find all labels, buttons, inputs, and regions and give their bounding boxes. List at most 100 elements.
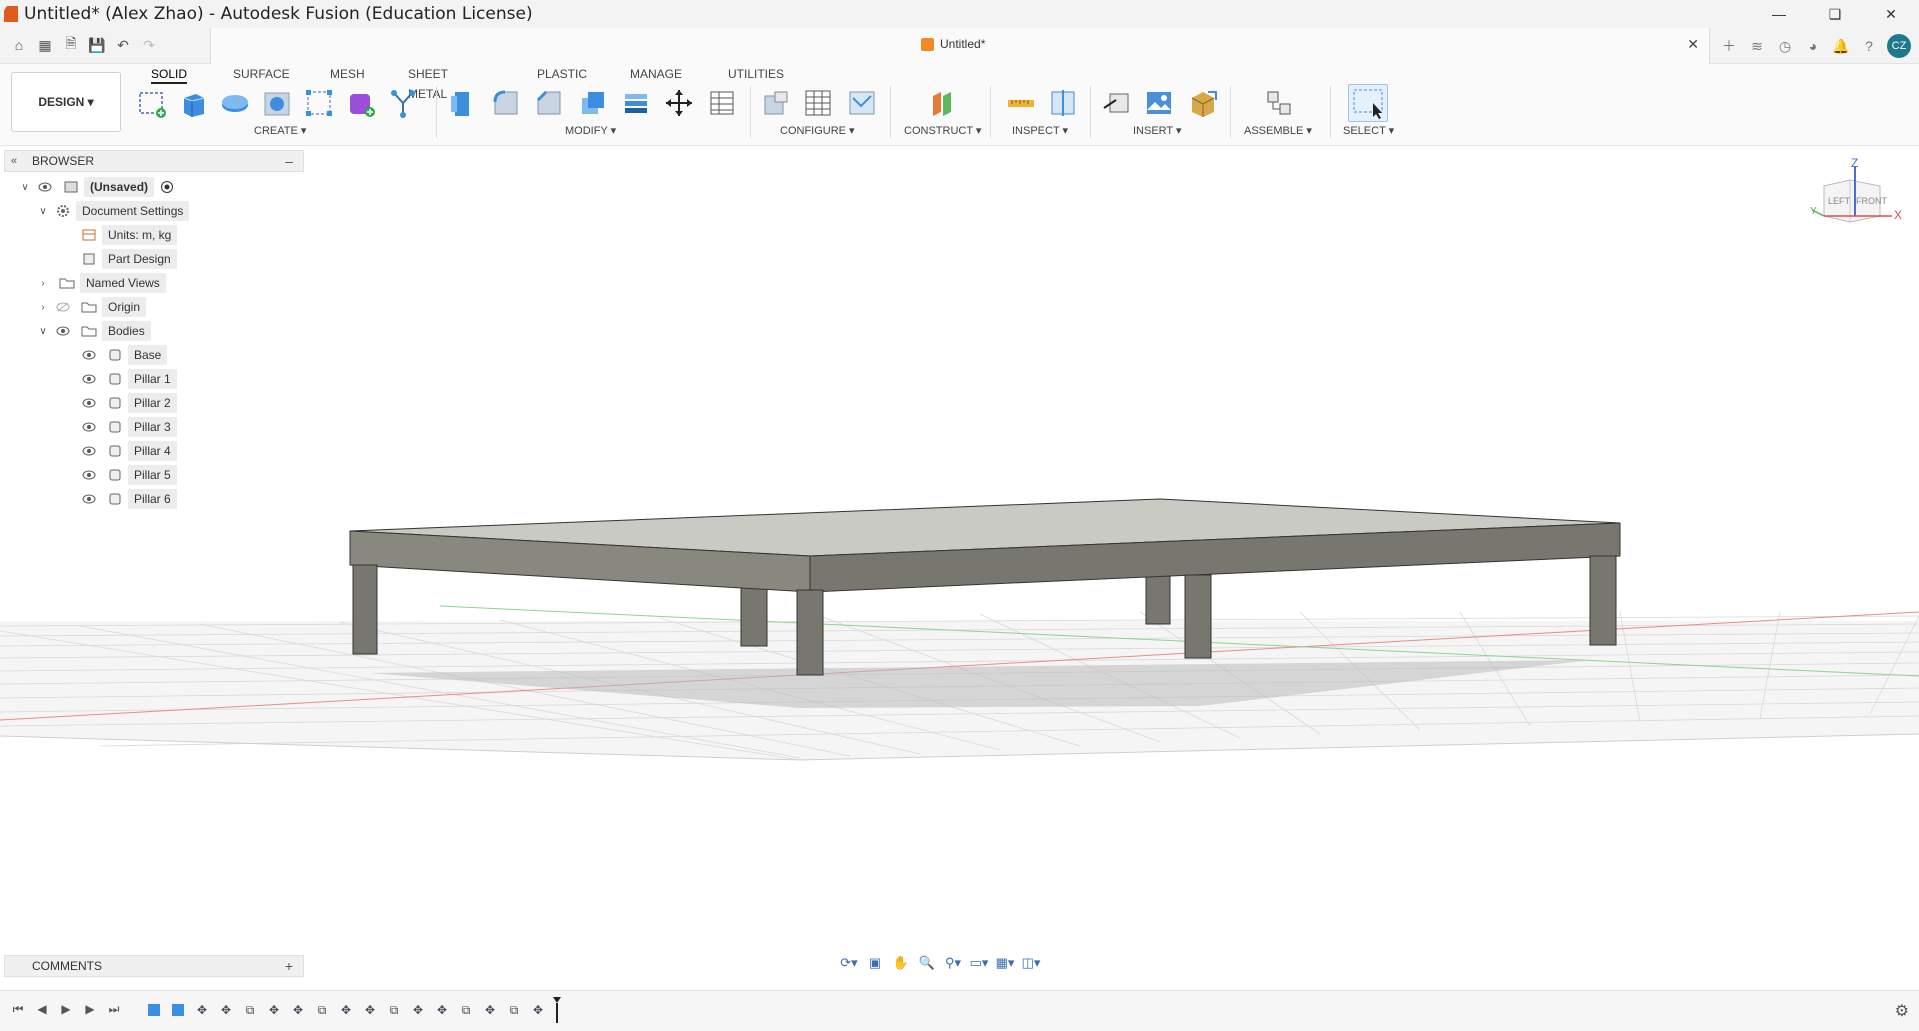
timeline-move-icon[interactable]: ✥ [193,1001,211,1019]
tree-root[interactable]: ∨ (Unsaved) [18,176,180,198]
tree-body-item[interactable]: Pillar 4 [76,440,177,462]
document-tab[interactable]: Untitled* ✕ [210,28,1710,64]
close-window-button[interactable]: ✕ [1863,0,1919,28]
chevron-right-icon[interactable]: › [36,278,50,289]
eye-hidden-icon[interactable] [54,298,72,316]
tree-body-item[interactable]: Pillar 2 [76,392,177,414]
insert-mcmaster-icon[interactable] [1186,86,1220,120]
view-cube-left-face[interactable]: LEFT [1828,196,1850,206]
assemble-group-label[interactable]: ASSEMBLE ▾ [1244,124,1312,137]
eye-icon[interactable] [80,346,98,364]
eye-icon[interactable] [80,442,98,460]
timeline-copy-icon[interactable]: ⧉ [505,1001,523,1019]
eye-icon[interactable] [36,178,54,196]
insert-derive-icon[interactable] [1100,86,1134,120]
home-icon[interactable]: ⌂ [8,34,30,56]
timeline-move-icon[interactable]: ✥ [289,1001,307,1019]
hole-icon[interactable] [260,86,294,120]
tab-solid[interactable]: SOLID [151,64,188,84]
eye-icon[interactable] [80,490,98,508]
help-icon[interactable]: ? [1859,36,1879,56]
eye-icon[interactable] [54,322,72,340]
extensions-icon[interactable]: ≋ [1747,36,1767,56]
timeline-move-icon[interactable]: ✥ [481,1001,499,1019]
select-group-label[interactable]: SELECT ▾ [1343,124,1394,137]
timeline-move-icon[interactable]: ✥ [361,1001,379,1019]
eye-icon[interactable] [80,370,98,388]
tree-body-item[interactable]: Base [76,344,168,366]
bell-icon[interactable]: 🔔 [1831,36,1851,56]
zoom-icon[interactable]: 🔍 [915,952,939,974]
minimize-button[interactable]: — [1751,0,1807,28]
configure-group-label[interactable]: CONFIGURE ▾ [780,124,855,137]
new-tab-icon[interactable]: ＋ [1719,36,1739,56]
create-sketch-icon[interactable] [135,86,169,120]
grid-icon[interactable]: ▦ [34,34,56,56]
inspect-group-label[interactable]: INSPECT ▾ [1012,124,1068,137]
tree-body-item[interactable]: Pillar 5 [76,464,177,486]
play-icon[interactable]: ▶ [58,1001,74,1017]
shell-icon[interactable] [576,86,610,120]
chevron-down-icon[interactable]: ∨ [36,206,50,217]
select-icon[interactable] [1348,84,1388,122]
create-form-icon[interactable] [344,86,378,120]
move-copy-icon[interactable] [662,86,696,120]
add-comment-icon[interactable]: + [285,958,293,974]
offset-plane-icon[interactable] [925,86,959,120]
view-cube-front-face[interactable]: FRONT [1856,196,1887,206]
pattern-icon[interactable] [302,86,336,120]
activate-radio-icon[interactable] [158,178,176,196]
new-component-icon[interactable] [1262,86,1296,120]
timeline-move-icon[interactable]: ✥ [265,1001,283,1019]
tree-bodies[interactable]: ∨ Bodies [36,320,151,342]
timeline-move-icon[interactable]: ✥ [337,1001,355,1019]
create-group-label[interactable]: CREATE ▾ [254,124,306,137]
file-icon[interactable]: 🗎 [60,34,82,56]
tree-part-design[interactable]: Part Design [76,248,177,270]
online-status-icon[interactable]: ◕ [1803,36,1823,56]
user-avatar[interactable]: CZ [1887,34,1911,58]
timeline-copy-icon[interactable]: ⧉ [385,1001,403,1019]
timeline-move-icon[interactable]: ✥ [217,1001,235,1019]
workspace-switcher[interactable]: DESIGN ▾ [11,72,121,132]
tree-origin[interactable]: › Origin [36,296,147,318]
step-forward-icon[interactable]: ▶ [82,1001,98,1017]
chevron-down-icon[interactable]: ∨ [18,182,32,193]
look-at-icon[interactable]: ▣ [863,952,887,974]
clock-icon[interactable]: ◷ [1775,36,1795,56]
tree-document-settings[interactable]: ∨ Document Settings [36,200,190,222]
section-analysis-icon[interactable] [1046,86,1080,120]
insert-canvas-icon[interactable] [1142,86,1176,120]
canvas-viewport[interactable] [0,146,1919,990]
fillet-icon[interactable] [489,86,523,120]
display-settings-icon[interactable]: ▭▾ [967,952,991,974]
pan-icon[interactable]: ✋ [889,952,913,974]
viewports-icon[interactable]: ◫▾ [1019,952,1043,974]
skip-to-end-icon[interactable]: ⏭ [106,1001,122,1017]
timeline-copy-icon[interactable]: ⧉ [457,1001,475,1019]
chamfer-icon[interactable] [532,86,566,120]
timeline-copy-icon[interactable]: ⧉ [313,1001,331,1019]
skip-to-start-icon[interactable]: ⏮ [10,1001,26,1017]
derive-icon[interactable] [386,86,420,120]
configuration-table-icon[interactable] [801,86,835,120]
base-body[interactable] [349,498,1621,593]
timeline-move-icon[interactable]: ✥ [409,1001,427,1019]
tab-manage[interactable]: MANAGE [630,64,682,84]
extrude-icon[interactable] [176,86,210,120]
tab-utilities[interactable]: UTILITIES [728,64,784,84]
timeline-settings-gear-icon[interactable]: ⚙ [1895,1001,1909,1021]
model-canvas[interactable] [0,146,1919,990]
eye-icon[interactable] [80,418,98,436]
construct-group-label[interactable]: CONSTRUCT ▾ [904,124,981,137]
tab-mesh[interactable]: MESH [330,64,365,84]
timeline-extrude-icon[interactable] [169,1001,187,1019]
tree-units[interactable]: Units: m, kg [76,224,178,246]
redo-icon[interactable]: ↷ [138,34,160,56]
configure-design-icon[interactable] [759,86,793,120]
timeline-marker-icon[interactable] [548,997,566,1023]
tree-body-item[interactable]: Pillar 1 [76,368,177,390]
tab-plastic[interactable]: PLASTIC [537,64,587,84]
step-back-icon[interactable]: ◀ [34,1001,50,1017]
revolve-icon[interactable] [218,86,252,120]
